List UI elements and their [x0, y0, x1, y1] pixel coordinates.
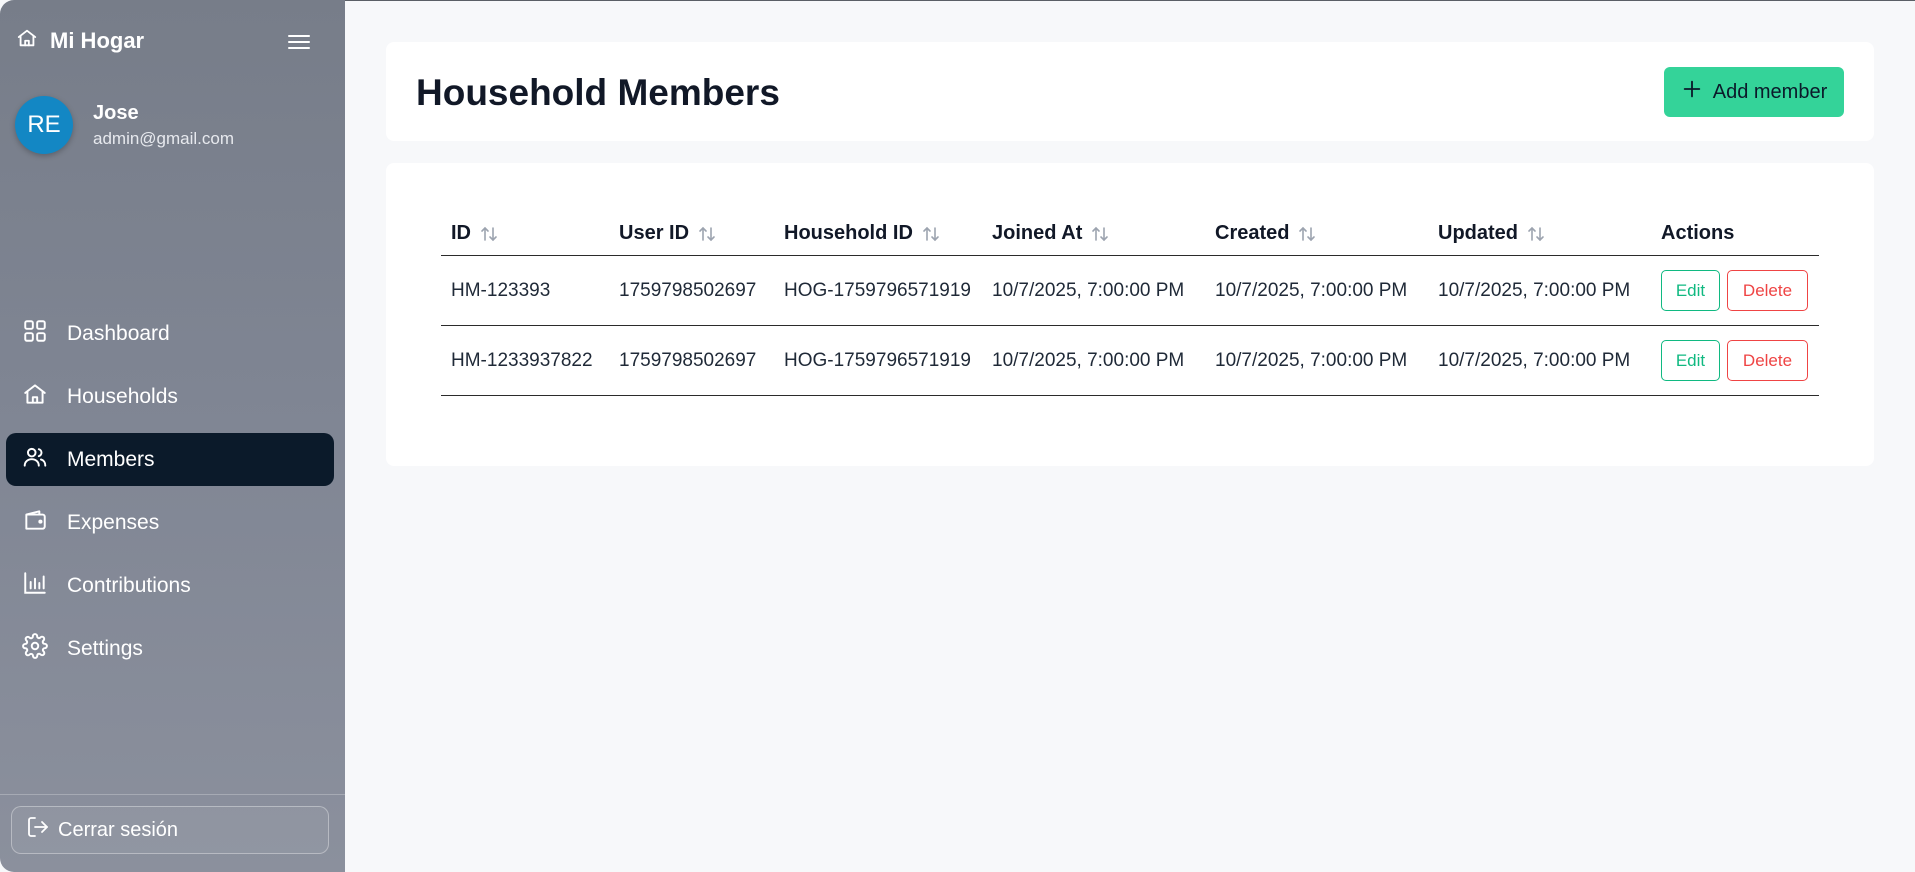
- sidebar-item-settings[interactable]: Settings: [6, 622, 334, 675]
- column-header-household-id[interactable]: Household ID: [774, 213, 982, 256]
- page-title: Household Members: [416, 72, 780, 113]
- logout-button[interactable]: Cerrar sesión: [11, 806, 329, 854]
- plus-icon: [1681, 78, 1713, 106]
- sort-icon[interactable]: [1526, 224, 1546, 244]
- cell-actions: Edit Delete: [1651, 325, 1819, 396]
- sidebar-item-label: Dashboard: [67, 321, 170, 345]
- sidebar-item-expenses[interactable]: Expenses: [6, 496, 334, 549]
- profile-email: admin@gmail.com: [93, 128, 235, 148]
- cell-joined-at: 10/7/2025, 7:00:00 PM: [982, 255, 1205, 326]
- sidebar-item-members[interactable]: Members: [6, 433, 334, 486]
- sort-icon[interactable]: [1090, 224, 1110, 244]
- delete-button[interactable]: Delete: [1727, 339, 1808, 381]
- page-header: Household Members Add member: [386, 42, 1874, 141]
- sidebar-item-dashboard[interactable]: Dashboard: [6, 307, 334, 360]
- sidebar-item-label: Expenses: [67, 510, 160, 534]
- gear-icon: [22, 632, 48, 665]
- logout-label: Cerrar sesión: [58, 818, 179, 841]
- wallet-icon: [22, 507, 48, 539]
- column-header-id[interactable]: ID: [441, 213, 609, 256]
- sidebar-item-label: Households: [67, 384, 178, 408]
- cell-id: HM-123393: [441, 255, 609, 326]
- column-header-created[interactable]: Created: [1205, 213, 1428, 256]
- sidebar-item-label: Contributions: [67, 573, 191, 597]
- table-header-row: ID User ID Household ID Joined At Create…: [441, 213, 1819, 256]
- home-icon: [22, 381, 48, 413]
- sidebar-item-households[interactable]: Households: [6, 370, 334, 423]
- menu-toggle-icon[interactable]: [286, 30, 312, 54]
- grid-icon: [22, 318, 48, 350]
- column-header-updated[interactable]: Updated: [1428, 213, 1651, 256]
- cell-household-id: HOG-1759796571919: [774, 325, 982, 396]
- cell-updated: 10/7/2025, 7:00:00 PM: [1428, 325, 1651, 396]
- cell-created: 10/7/2025, 7:00:00 PM: [1205, 325, 1428, 396]
- sidebar-item-label: Members: [67, 447, 155, 471]
- cell-user-id: 1759798502697: [609, 325, 774, 396]
- users-icon: [22, 444, 48, 476]
- column-header-actions: Actions: [1651, 213, 1819, 256]
- profile-name: Jose: [93, 101, 139, 124]
- add-member-label: Add member: [1712, 80, 1828, 103]
- column-header-user-id[interactable]: User ID: [609, 213, 774, 256]
- column-header-joined-at[interactable]: Joined At: [982, 213, 1205, 256]
- sort-icon[interactable]: [479, 224, 499, 244]
- bar-chart-icon: [22, 570, 48, 602]
- cell-id: HM-1233937822: [441, 325, 609, 396]
- brand-name: Mi Hogar: [50, 27, 145, 53]
- cell-user-id: 1759798502697: [609, 255, 774, 326]
- sort-icon[interactable]: [1297, 224, 1317, 244]
- sidebar-divider: [0, 794, 345, 795]
- sort-icon[interactable]: [921, 224, 941, 244]
- table-row: HM-1233937822 1759798502697 HOG-17597965…: [441, 325, 1819, 396]
- cell-updated: 10/7/2025, 7:00:00 PM: [1428, 255, 1651, 326]
- add-member-button[interactable]: Add member: [1664, 67, 1844, 117]
- cell-created: 10/7/2025, 7:00:00 PM: [1205, 255, 1428, 326]
- cell-joined-at: 10/7/2025, 7:00:00 PM: [982, 325, 1205, 396]
- members-table: ID User ID Household ID Joined At Create…: [441, 213, 1819, 396]
- profile-text: Jose admin@gmail.com: [93, 102, 234, 149]
- table-row: HM-123393 1759798502697 HOG-175979657191…: [441, 255, 1819, 326]
- avatar: RE: [15, 96, 73, 154]
- app-root: Mi Hogar RE Jose admin@gmail.com Dashboa…: [0, 0, 1915, 872]
- sort-icon[interactable]: [697, 224, 717, 244]
- sidebar-item-label: Settings: [67, 636, 143, 660]
- user-profile[interactable]: RE Jose admin@gmail.com: [15, 96, 234, 154]
- brand[interactable]: Mi Hogar: [16, 27, 144, 54]
- cell-household-id: HOG-1759796571919: [774, 255, 982, 326]
- edit-button[interactable]: Edit: [1661, 339, 1720, 381]
- top-border: [344, 0, 1915, 1]
- sidebar: Mi Hogar RE Jose admin@gmail.com Dashboa…: [0, 0, 345, 872]
- home-icon: [16, 27, 38, 54]
- delete-button[interactable]: Delete: [1727, 269, 1808, 311]
- sidebar-item-contributions[interactable]: Contributions: [6, 559, 334, 612]
- logout-icon: [26, 815, 50, 845]
- edit-button[interactable]: Edit: [1661, 269, 1720, 311]
- cell-actions: Edit Delete: [1651, 255, 1819, 326]
- members-table-card: ID User ID Household ID Joined At Create…: [386, 163, 1874, 466]
